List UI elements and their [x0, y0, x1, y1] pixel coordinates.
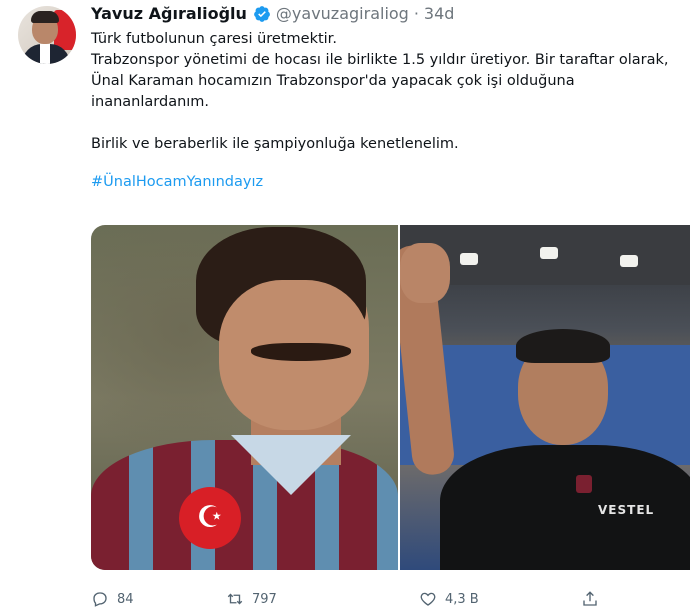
tweet-line: Trabzonspor yönetimi de hocası ile birli… — [91, 52, 669, 110]
tweet-header: Yavuz Ağıralioğlu @yavuzagiraliog · 34d — [91, 4, 454, 23]
stadium-light — [540, 247, 558, 259]
tweet-line: Türk futbolunun çaresi üretmektir. — [91, 31, 337, 47]
avatar-shirt — [40, 44, 50, 64]
retweet-icon — [227, 593, 243, 605]
media-photo-left[interactable]: ☪ — [91, 225, 398, 570]
hair-shape — [516, 329, 610, 363]
like-count: 4,3 B — [445, 591, 479, 607]
media-photo-right[interactable]: VESTEL — [400, 225, 690, 570]
retweet-button[interactable]: 797 — [226, 590, 277, 608]
hand-shape — [400, 243, 450, 303]
reply-icon — [93, 592, 107, 607]
share-button[interactable] — [581, 590, 607, 608]
separator-dot: · — [413, 4, 419, 23]
tweet-text: Türk futbolunun çaresi üretmektir. Trabz… — [91, 29, 681, 193]
share-icon — [583, 591, 597, 606]
user-handle[interactable]: @yavuzagiraliog — [276, 4, 409, 23]
timestamp[interactable]: 34d — [424, 4, 455, 23]
hashtag-link[interactable]: #ÜnalHocamYanındayız — [91, 172, 681, 193]
stadium-light — [460, 253, 478, 265]
like-button[interactable]: 4,3 B — [419, 590, 479, 608]
tweet-actions: 84 797 4,3 B — [91, 590, 611, 610]
avatar[interactable] — [18, 6, 76, 64]
verified-badge-icon — [254, 5, 270, 22]
tweet-media[interactable]: ☪ VESTEL — [91, 225, 690, 570]
jersey-shape — [91, 440, 398, 570]
retweet-count: 797 — [252, 591, 277, 607]
reply-count: 84 — [117, 591, 134, 607]
sponsor-logo: VESTEL — [598, 503, 655, 517]
avatar-hair — [31, 11, 59, 23]
display-name[interactable]: Yavuz Ağıralioğlu — [91, 4, 247, 23]
club-badge — [576, 475, 592, 493]
reply-button[interactable]: 84 — [91, 590, 134, 608]
stadium-light — [620, 255, 638, 267]
crest-icon: ☪ — [179, 487, 241, 549]
mustache-shape — [251, 343, 351, 361]
like-icon — [420, 592, 436, 606]
tweet-line: Birlik ve beraberlik ile şampiyonluğa ke… — [91, 136, 459, 152]
